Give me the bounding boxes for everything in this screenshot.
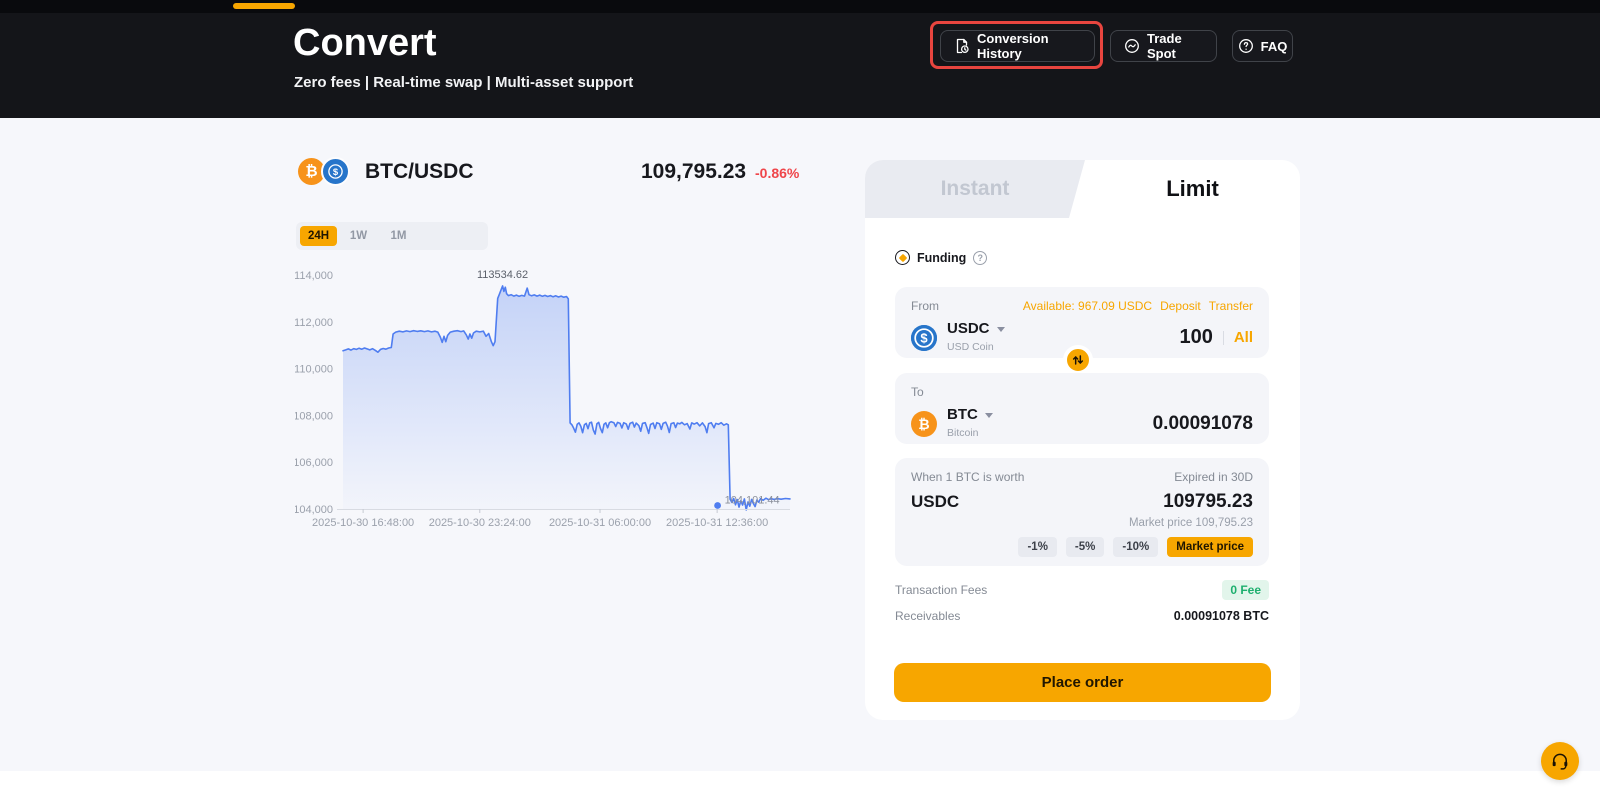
swap-arrows-icon [1070,352,1086,368]
price-area-fill [343,286,790,510]
trade-spot-label: Trade Spot [1147,31,1203,61]
svg-text:$: $ [333,167,339,178]
amount-divider [1223,331,1224,345]
usdc-coin-icon: $ [321,157,350,186]
limit-price-box: When 1 BTC is worth Expired in 30D USDC … [895,458,1269,566]
faq-label: FAQ [1261,39,1288,54]
transfer-link[interactable]: Transfer [1209,299,1253,313]
conversion-history-label: Conversion History [977,31,1081,61]
content-background [0,118,1600,771]
available-balance: Available: 967.09 USDC [1023,299,1152,313]
pair-name: BTC/USDC [365,160,474,184]
from-asset-fullname: USD Coin [947,341,994,353]
to-box: To ₿ BTC Bitcoin 0.00091078 [895,373,1269,444]
trade-spot-button[interactable]: Trade Spot [1110,30,1217,62]
faq-button[interactable]: FAQ [1232,30,1293,62]
tab-limit[interactable]: Limit [1085,160,1300,218]
tab-instant[interactable]: Instant [865,160,1085,218]
receivables-value: 0.00091078 BTC [1174,609,1269,623]
price-chart: 114,000 112,000 110,000 108,000 106,000 104,0… [295,258,800,538]
fees-label: Transaction Fees [895,583,987,597]
trade-wave-circle-icon [1124,38,1140,54]
pair-change-badge: -0.86% [755,165,799,181]
chevron-down-icon [985,413,993,418]
receivables-label: Receivables [895,609,960,623]
funding-wallet-icon [895,250,910,265]
from-asset-selector[interactable]: USDC USD Coin [947,320,1005,355]
page-subtitle: Zero fees | Real-time swap | Multi-asset… [294,74,633,91]
history-document-icon [954,38,970,54]
y-axis-tick-label: 108,000 [295,410,333,422]
convert-page: Convert Zero fees | Real-time swap | Mul… [0,0,1600,798]
market-price-button[interactable]: Market price [1167,537,1253,557]
nav-active-indicator [233,3,295,9]
page-header: Convert Zero fees | Real-time swap | Mul… [0,0,1600,118]
timeframe-tabs: 24H 1W 1M [296,222,488,250]
quote-asset-label: USDC [911,492,959,512]
from-label: From [911,299,939,313]
pair-price: 109,795.23 [641,160,746,184]
market-price-note: Market price 109,795.23 [911,517,1253,529]
page-title: Convert [293,22,437,65]
pair-coin-icons: ₿ $ [298,158,350,186]
svg-text:$: $ [920,330,928,345]
to-asset-symbol: BTC [947,406,978,423]
all-max-button[interactable]: All [1234,329,1253,346]
y-axis-tick-label: 104,000 [295,504,333,516]
expiry-label: Expired in 30D [1174,470,1253,484]
percent-minus1-button[interactable]: -1% [1018,537,1056,557]
y-axis-tick-label: 112,000 [295,317,333,329]
fees-value-badge: 0 Fee [1222,580,1269,600]
support-chat-button[interactable] [1541,742,1579,780]
x-axis-tick-label: 2025-10-31 06:00:00 [549,517,651,529]
swap-direction-button[interactable] [1063,345,1093,375]
x-axis-tick-label: 2025-10-30 23:24:00 [429,517,531,529]
usdc-coin-icon: $ [911,325,937,351]
conversion-history-button[interactable]: Conversion History [940,30,1095,62]
timeframe-tab-1w[interactable]: 1W [340,226,377,246]
receivables-row: Receivables 0.00091078 BTC [895,609,1269,623]
percent-minus10-button[interactable]: -10% [1113,537,1158,557]
price-box-title: When 1 BTC is worth [911,470,1024,484]
funding-help-icon[interactable]: ? [973,251,987,265]
btc-coin-icon: ₿ [911,411,937,437]
y-axis-tick-label: 106,000 [295,457,333,469]
to-label: To [911,385,924,399]
funding-account-selector[interactable]: Funding ? [895,250,987,265]
question-circle-icon [1238,38,1254,54]
x-axis-tick-label: 2025-10-30 16:48:00 [312,517,414,529]
last-price-annotation: 104,101.44 [725,494,780,506]
timeframe-tab-1m[interactable]: 1M [380,226,417,246]
y-axis-tick-label: 114,000 [295,270,333,282]
peak-price-annotation: 113534.62 [477,269,528,281]
funding-label: Funding [917,251,966,265]
place-order-button[interactable]: Place order [894,663,1271,702]
limit-price-input[interactable]: 109795.23 [1163,491,1253,513]
y-axis-tick-label: 110,000 [295,364,333,376]
from-asset-symbol: USDC [947,320,990,337]
deposit-link[interactable]: Deposit [1160,299,1201,313]
transaction-fees-row: Transaction Fees 0 Fee [895,580,1269,600]
x-axis-tick-label: 2025-10-31 12:36:00 [666,517,768,529]
from-amount-input[interactable]: 100 [1179,326,1212,349]
to-asset-selector[interactable]: BTC Bitcoin [947,406,993,441]
chevron-down-icon [997,327,1005,332]
price-chart-svg: 114,000 112,000 110,000 108,000 106,000 104,0… [295,258,800,538]
timeframe-tab-24h[interactable]: 24H [300,226,337,246]
last-price-dot [714,502,721,509]
top-strip [0,0,1600,13]
to-asset-fullname: Bitcoin [947,427,979,439]
percent-minus5-button[interactable]: -5% [1066,537,1104,557]
convert-panel: Instant Limit Funding ? From Available: … [865,160,1300,720]
headset-icon [1550,751,1570,771]
to-amount-value: 0.00091078 [1153,413,1253,435]
